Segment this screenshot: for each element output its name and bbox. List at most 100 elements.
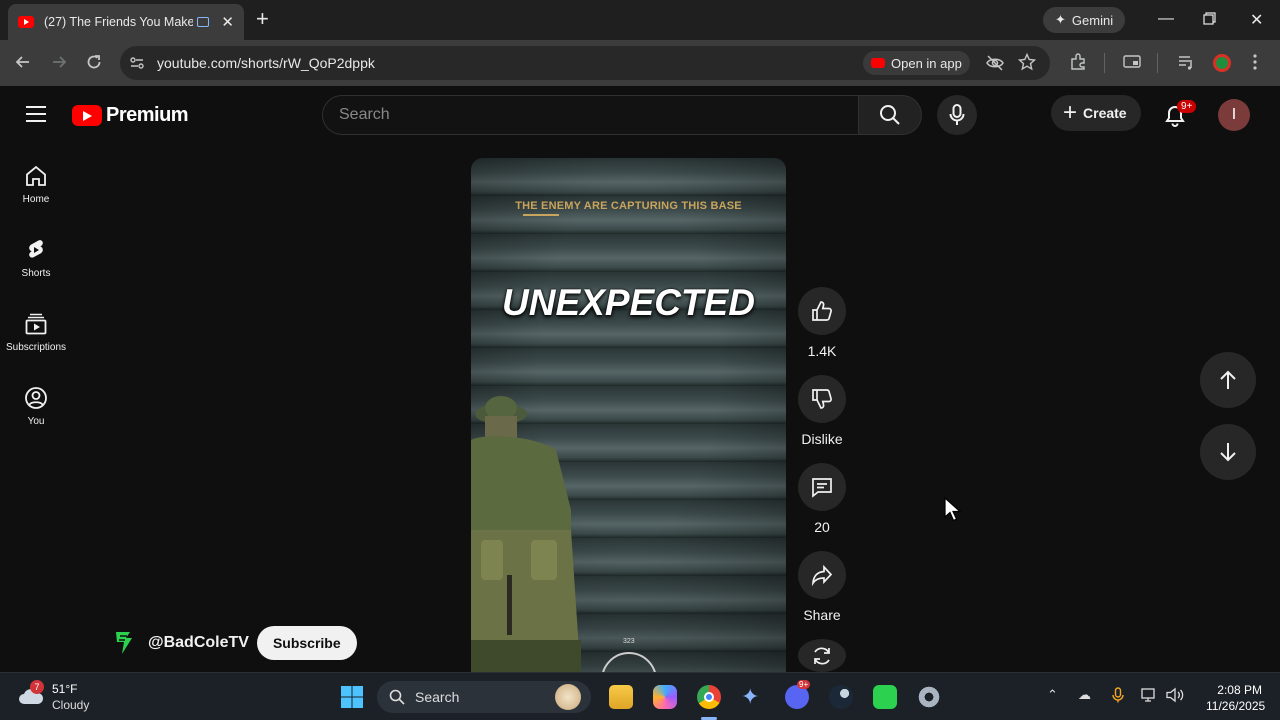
dislike-action: Dislike [797,375,847,447]
media-playing-icon [197,17,210,27]
video-caption: UNEXPECTED [502,282,755,323]
taskbar-search[interactable]: Search [377,681,591,713]
sidebar-item-home[interactable]: Home [0,164,72,205]
media-controls-icon[interactable] [1177,53,1195,71]
search-icon [389,689,405,705]
like-button[interactable] [798,287,846,335]
show-hidden-icons-chevron-icon[interactable]: ⌃ [1047,687,1058,703]
forward-icon[interactable] [50,53,68,71]
gemini-button[interactable]: ✦ Gemini [1043,7,1126,33]
reload-icon[interactable] [85,53,103,71]
open-in-app-label: Open in app [891,55,962,71]
game-objective-text: THE ENEMY ARE CAPTURING THIS BASE [515,200,742,212]
thumbs-up-icon [812,301,832,321]
voice-search-button[interactable] [937,95,977,135]
home-icon [26,165,46,186]
browser-tab[interactable]: (27) The Friends You Make Along the Way … [8,4,244,40]
channel-row: @BadColeTV Subscribe [112,626,357,660]
chrome-icon[interactable] [697,685,721,709]
cloudy-weather-icon: 7 [18,680,44,708]
toolbar-divider [1104,53,1105,73]
gemini-sparkle-icon: ✦ [1055,12,1066,27]
search-highlight-icon [555,684,581,710]
discord-icon[interactable]: 9+ [785,680,811,709]
comment-count: 20 [814,519,830,535]
steam-icon[interactable] [829,685,853,709]
url-text[interactable]: youtube.com/shorts/rW_QoP2dppk [157,55,375,71]
search-input[interactable] [323,96,858,134]
youtube-premium-logo[interactable]: Premium [72,104,189,127]
subscribe-button[interactable]: Subscribe [256,626,357,660]
channel-avatar-icon[interactable] [112,629,136,657]
share-icon [811,564,833,586]
plus-icon: + [1063,99,1078,126]
short-video-player[interactable]: THE ENEMY ARE CAPTURING THIS BASE UNEXPE… [471,158,786,672]
gemini-label: Gemini [1071,12,1114,28]
share-action: Share [797,551,847,623]
green-app-icon[interactable] [873,685,897,709]
search-button[interactable] [858,95,922,135]
site-info-icon[interactable] [129,55,145,71]
dislike-button[interactable] [798,375,846,423]
settings-gear-icon[interactable] [917,685,941,709]
profile-icon[interactable] [1213,54,1231,72]
discord-badge: 9+ [797,680,811,689]
hamburger-menu-icon[interactable] [26,106,46,122]
new-tab-button[interactable]: + [256,8,269,30]
like-action: 1.4K [797,287,847,359]
youtube-header: Premium + Create 9+ I [0,86,1280,146]
copilot-icon[interactable] [653,685,677,709]
file-explorer-icon[interactable] [609,685,633,709]
open-in-app-button[interactable]: Open in app [863,51,970,75]
windows-start-icon[interactable] [340,685,364,709]
remix-button[interactable] [798,639,846,672]
address-bar-row: youtube.com/shorts/rW_QoP2dppk Open in a… [0,40,1280,86]
minimize-button[interactable]: — [1158,10,1174,28]
chrome-menu-icon[interactable] [1252,53,1258,71]
mouse-cursor-icon [944,497,962,523]
back-icon[interactable] [14,53,32,71]
channel-name[interactable]: @BadColeTV [148,634,249,652]
create-button[interactable]: + Create [1051,95,1141,131]
sidebar-item-label: Subscriptions [5,342,67,353]
account-avatar[interactable]: I [1218,99,1250,131]
windows-taskbar: 7 51°F Cloudy Search ✦ 9+ ⌃ ☁ 2:08 PM 11… [0,672,1280,720]
clock-date: 11/26/2025 [1206,699,1266,713]
weather-widget[interactable]: 7 51°F Cloudy [18,680,89,713]
bookmark-star-icon[interactable] [1018,53,1036,71]
cast-icon[interactable] [1123,53,1141,71]
microphone-icon[interactable] [1112,687,1124,703]
you-icon [25,387,47,409]
weather-temperature: 51°F [52,682,78,696]
weather-alert-badge: 7 [30,680,44,694]
youtube-favicon-icon [18,16,34,28]
dislike-label: Dislike [801,431,843,447]
notification-badge: 9+ [1177,100,1197,113]
sidebar-item-subscriptions[interactable]: Subscriptions [0,312,72,353]
close-tab-icon[interactable]: ✕ [221,13,234,31]
sidebar-item-shorts[interactable]: Shorts [0,238,72,279]
youtube-app-icon [871,58,885,68]
sidebar-item-you[interactable]: You [0,386,72,427]
eye-slash-icon[interactable] [986,54,1004,72]
restore-button[interactable] [1203,12,1216,25]
share-button[interactable] [798,551,846,599]
system-clock[interactable]: 2:08 PM 11/26/2025 [1206,682,1266,714]
network-icon[interactable] [1141,687,1159,703]
search-icon [880,105,900,125]
comments-action: 20 [797,463,847,535]
arrow-down-icon [1220,443,1236,462]
omnibox[interactable]: youtube.com/shorts/rW_QoP2dppk Open in a… [120,46,1050,80]
logo-text: Premium [106,104,189,126]
soldier-figure [471,396,581,672]
previous-short-button[interactable] [1200,352,1256,408]
next-short-button[interactable] [1200,424,1256,480]
volume-icon[interactable] [1166,687,1184,703]
comments-button[interactable] [798,463,846,511]
close-window-button[interactable]: ✕ [1250,10,1263,30]
onedrive-icon[interactable]: ☁ [1078,687,1091,703]
gemini-app-icon[interactable]: ✦ [741,684,759,710]
arrow-up-icon [1220,370,1236,389]
objective-progress-bar [523,214,559,216]
extensions-icon[interactable] [1069,53,1087,71]
